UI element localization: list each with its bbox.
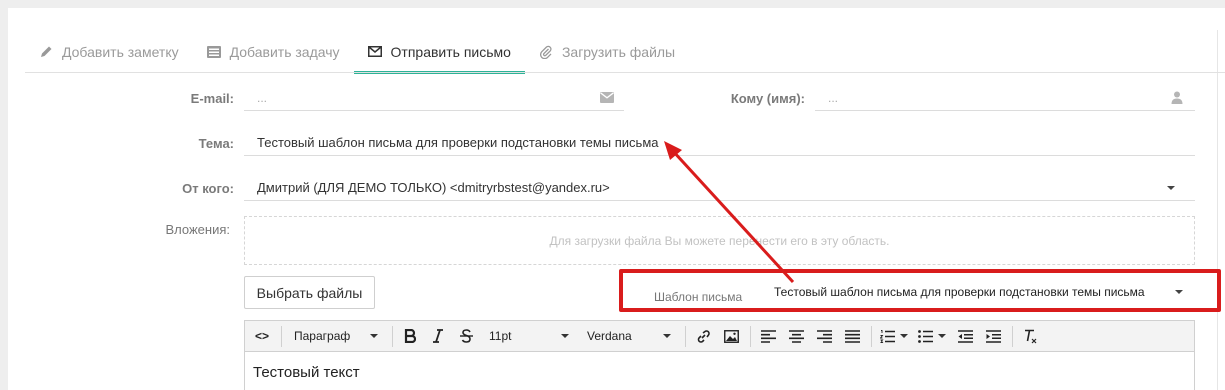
- paperclip-icon: [539, 45, 553, 59]
- tabs-divider: [25, 72, 1225, 73]
- font-family-select[interactable]: Verdana: [579, 324, 679, 349]
- chevron-down-icon: [370, 334, 378, 338]
- tab-label: Отправить письмо: [390, 43, 511, 60]
- font-size-value: 11pt: [489, 329, 512, 343]
- align-left-icon[interactable]: [755, 324, 781, 349]
- chevron-down-icon: [663, 334, 671, 338]
- task-list-icon: [206, 45, 221, 59]
- email-label: E-mail:: [190, 91, 234, 106]
- font-family-value: Verdana: [587, 329, 632, 343]
- tab-label: Загрузить файлы: [561, 43, 676, 60]
- recipient-name-placeholder: ...: [828, 90, 839, 105]
- paragraph-format-select[interactable]: Параграф: [286, 324, 386, 349]
- dropzone-hint: Для загрузки файла Вы можете перенести е…: [549, 233, 890, 248]
- toolbar-separator: [392, 325, 393, 347]
- numbered-list-icon[interactable]: [876, 324, 912, 349]
- chevron-down-icon: [938, 334, 946, 338]
- page-left-band: [0, 8, 8, 390]
- subject-value: Тестовый шаблон письма для проверки подс…: [257, 135, 659, 150]
- email-placeholder: ...: [257, 90, 268, 105]
- link-icon[interactable]: [690, 324, 716, 349]
- pencil-icon: [39, 45, 53, 59]
- envelope-icon: [367, 45, 382, 59]
- toolbar-separator: [1012, 325, 1013, 347]
- chevron-down-icon[interactable]: [1175, 290, 1183, 294]
- outdent-icon[interactable]: [952, 324, 978, 349]
- tab-upload-files[interactable]: Загрузить файлы: [525, 30, 689, 73]
- recipient-name-field[interactable]: ...: [815, 85, 1195, 111]
- tab-add-task[interactable]: Добавить задачу: [193, 30, 354, 73]
- tab-add-note[interactable]: Добавить заметку: [25, 30, 193, 73]
- template-select[interactable]: Тестовый шаблон письма для проверки подс…: [774, 285, 1145, 299]
- clear-formatting-icon[interactable]: [1017, 324, 1043, 349]
- from-label: От кого:: [182, 181, 234, 196]
- card-border: [1217, 30, 1218, 390]
- paragraph-format-value: Параграф: [294, 329, 351, 343]
- choose-files-button[interactable]: Выбрать файлы: [244, 276, 375, 309]
- align-right-icon[interactable]: [811, 324, 837, 349]
- activity-tabs: Добавить заметку Добавить задачу Отправи…: [25, 30, 689, 74]
- toolbar-separator: [685, 325, 686, 347]
- indent-icon[interactable]: [980, 324, 1006, 349]
- subject-input[interactable]: Тестовый шаблон письма для проверки подс…: [244, 130, 1195, 156]
- rich-text-editor: <> Параграф 11pt Verdana Тестовый текст: [244, 320, 1195, 390]
- tab-label: Добавить заметку: [62, 43, 179, 60]
- align-justify-icon[interactable]: [839, 324, 865, 349]
- tab-label: Добавить задачу: [229, 43, 340, 60]
- from-select[interactable]: Дмитрий (ДЛЯ ДЕМО ТОЛЬКО) <dmitryrbstest…: [244, 175, 1195, 201]
- font-size-select[interactable]: 11pt: [481, 324, 577, 349]
- chevron-down-icon: [1167, 186, 1181, 200]
- envelope-icon: [600, 91, 614, 105]
- toolbar-separator: [281, 325, 282, 347]
- source-code-button[interactable]: <>: [249, 324, 275, 349]
- toolbar-separator: [750, 325, 751, 347]
- tab-send-email[interactable]: Отправить письмо: [353, 30, 526, 74]
- strikethrough-icon[interactable]: [453, 324, 479, 349]
- user-icon: [1171, 91, 1185, 105]
- from-value: Дмитрий (ДЛЯ ДЕМО ТОЛЬКО) <dmitryrbstest…: [257, 180, 610, 195]
- editor-content[interactable]: Тестовый текст: [245, 352, 1194, 390]
- bold-icon[interactable]: [397, 324, 423, 349]
- template-label: Шаблон письма: [654, 290, 743, 304]
- toolbar-separator: [871, 325, 872, 347]
- chevron-down-icon: [561, 334, 569, 338]
- align-center-icon[interactable]: [783, 324, 809, 349]
- page-top-band: [0, 0, 1225, 8]
- email-field[interactable]: ...: [244, 85, 624, 111]
- chevron-down-icon: [900, 334, 908, 338]
- italic-icon[interactable]: [425, 324, 451, 349]
- subject-label: Тема:: [198, 136, 234, 151]
- file-dropzone[interactable]: Для загрузки файла Вы можете перенести е…: [244, 216, 1195, 265]
- bullet-list-icon[interactable]: [914, 324, 950, 349]
- editor-toolbar: <> Параграф 11pt Verdana: [245, 321, 1194, 352]
- attachments-label: Вложения:: [165, 222, 230, 237]
- image-icon[interactable]: [718, 324, 744, 349]
- recipient-name-label: Кому (имя):: [730, 91, 805, 106]
